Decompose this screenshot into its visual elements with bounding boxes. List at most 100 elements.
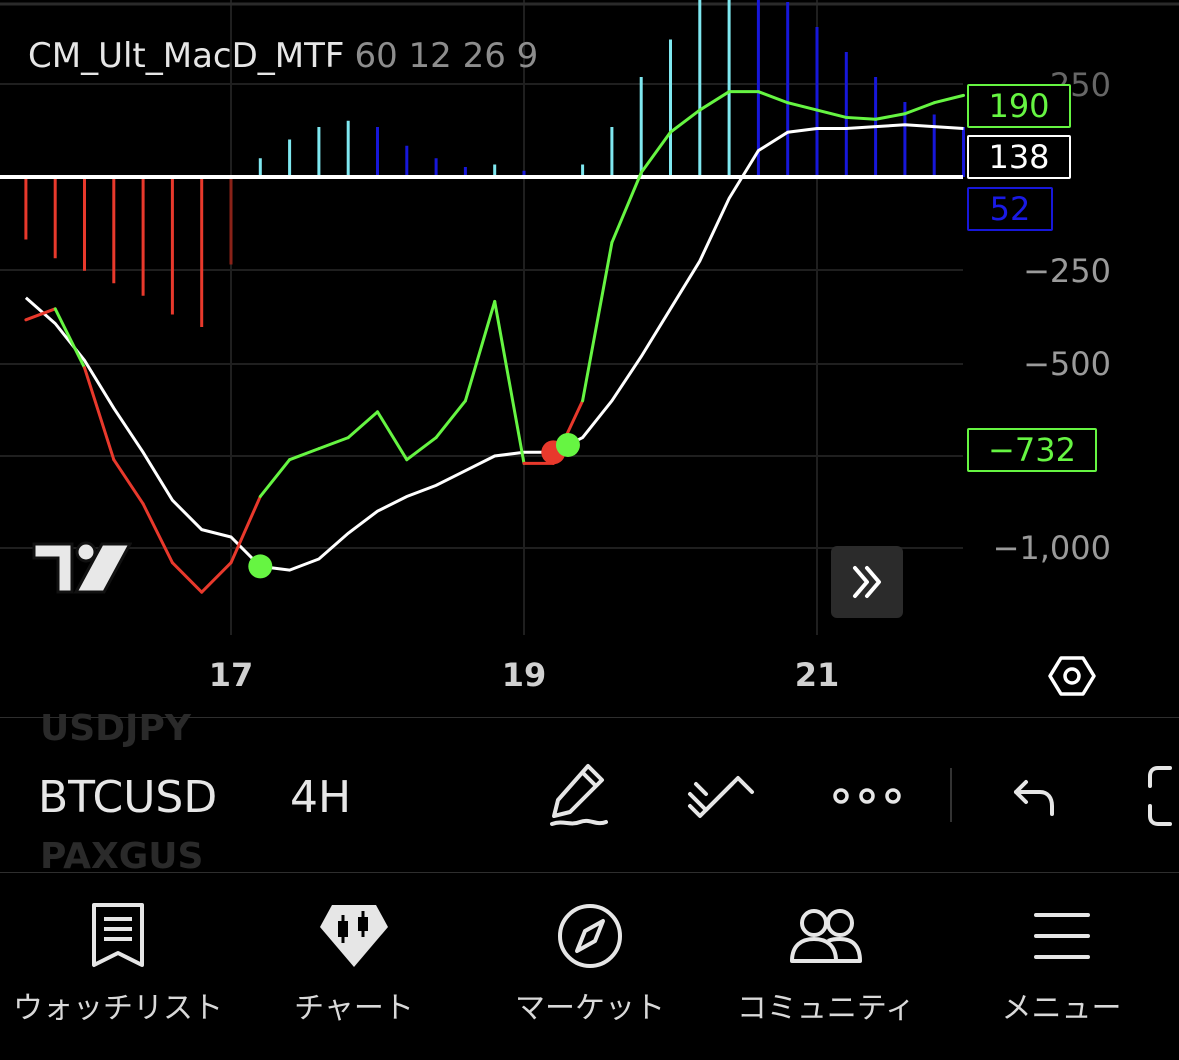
macd-line-segment — [581, 241, 614, 403]
macd-line-segment — [141, 502, 174, 565]
macd-line-segment — [815, 108, 848, 119]
indicator-title: CM_Ult_MacD_MTF 60 12 26 9 — [28, 36, 538, 76]
nav-label-watchlist: ウォッチリスト — [13, 991, 223, 1026]
macd-line-segment — [346, 410, 379, 440]
multi-line-tool-button[interactable] — [686, 770, 758, 824]
histogram-bar — [229, 177, 233, 265]
histogram-bar — [669, 39, 672, 177]
macd-line-segment — [493, 299, 526, 465]
histogram-bar — [200, 177, 204, 327]
drawing-button[interactable] — [546, 760, 612, 834]
tradingview-logo — [32, 540, 133, 600]
more-icon — [833, 788, 901, 804]
nav-label-market: マーケット — [515, 991, 665, 1026]
hexagon-settings-icon — [1048, 656, 1096, 696]
chart-pane[interactable]: CM_Ult_MacD_MTF 60 12 26 9 250 −250 −500 … — [0, 0, 1179, 718]
histogram-bar — [962, 127, 965, 177]
pen-icon — [550, 764, 608, 826]
date-label-17: 17 — [208, 656, 254, 694]
chart-settings-button[interactable] — [1048, 652, 1096, 704]
histogram-bar — [786, 2, 790, 177]
histogram-bar — [170, 177, 174, 315]
macd-line-segment — [932, 93, 965, 105]
histogram-bar — [639, 77, 643, 177]
nav-community[interactable]: コミュニティ — [708, 873, 944, 1060]
symbol-selected[interactable]: BTCUSD — [38, 772, 217, 823]
histogram-bar — [346, 120, 350, 177]
histogram-bar — [112, 177, 116, 284]
histogram-bar — [698, 0, 702, 177]
fullscreen-icon — [1148, 766, 1172, 826]
more-tools-button[interactable] — [832, 784, 902, 812]
symbol-option-above[interactable]: USDJPY — [40, 708, 191, 749]
histogram-bar — [815, 27, 819, 177]
undo-icon — [1014, 780, 1054, 816]
date-label-19: 19 — [501, 656, 547, 694]
histogram-bar — [932, 114, 936, 177]
watchlist-icon — [92, 903, 144, 967]
double-chevron-right-icon — [853, 566, 881, 598]
symbol-picker[interactable]: USDJPY BTCUSD PAXGUS — [38, 708, 248, 878]
macd-line-segment — [112, 458, 145, 506]
cross-up-dot — [555, 432, 580, 457]
histogram-bar — [376, 127, 379, 177]
signal-line — [24, 123, 964, 572]
scroll-to-realtime-button[interactable] — [831, 546, 903, 618]
symbol-option-below[interactable]: PAXGUS — [40, 836, 203, 877]
macd-line-segment — [463, 299, 497, 403]
nav-watchlist[interactable]: ウォッチリスト — [0, 873, 236, 1060]
macd-line-segment — [376, 410, 409, 462]
macd-line-segment — [170, 561, 204, 594]
histogram-bar — [610, 127, 614, 177]
histogram-bar — [288, 139, 292, 177]
multi-line-icon — [688, 776, 754, 818]
histogram-bar — [53, 177, 57, 259]
lower-value-badge: −732 — [967, 428, 1097, 472]
interval-selector[interactable]: 4H — [290, 772, 351, 823]
histogram-bar — [405, 145, 409, 177]
axis-label-minus-500: −500 — [1023, 345, 1111, 383]
macd-line-segment — [639, 130, 672, 175]
axis-label-minus-1000: −1,000 — [992, 529, 1111, 567]
macd-line-segment — [200, 561, 233, 594]
nav-chart[interactable]: チャート — [236, 873, 472, 1060]
indicator-params: 60 12 26 9 — [354, 36, 539, 76]
macd-line-segment — [53, 307, 86, 370]
fullscreen-button[interactable] — [1146, 764, 1179, 832]
macd-line-segment — [669, 108, 702, 134]
macd-value-badge: 190 — [967, 84, 1071, 128]
macd-line-segment — [434, 399, 467, 440]
macd-line-segment — [756, 90, 790, 105]
nav-label-community: コミュニティ — [736, 991, 916, 1026]
nav-label-chart: チャート — [294, 991, 414, 1026]
macd-line-segment — [317, 436, 350, 451]
macd-line-segment — [288, 447, 321, 462]
community-icon — [790, 909, 862, 963]
nav-menu[interactable]: メニュー — [944, 873, 1179, 1060]
macd-line-segment — [874, 112, 907, 121]
histogram-value-badge: 52 — [967, 187, 1053, 231]
histogram-bar — [317, 127, 321, 177]
indicator-name: CM_Ult_MacD_MTF — [28, 36, 345, 76]
menu-icon — [1033, 913, 1090, 959]
nav-label-menu: メニュー — [1001, 991, 1122, 1026]
bottom-nav: ウォッチリスト チャート マーケット コミュニティ メニュー — [0, 873, 1179, 1060]
date-label-21: 21 — [794, 656, 840, 694]
histogram-bar — [844, 52, 848, 177]
macd-line-segment — [903, 101, 936, 116]
macd-line-segment — [844, 115, 878, 121]
cross-up-dot — [248, 554, 273, 579]
toolbar-separator — [950, 768, 952, 822]
histogram-bar — [434, 158, 438, 177]
macd-line-segment — [786, 101, 819, 112]
histogram-bar — [24, 177, 28, 240]
macd-line-segment — [610, 171, 643, 245]
macd-line-segment — [258, 458, 292, 498]
chart-icon — [320, 905, 388, 967]
histogram-bar — [258, 158, 262, 177]
signal-value-badge: 138 — [967, 135, 1071, 179]
macd-line-segment — [698, 90, 731, 112]
nav-market[interactable]: マーケット — [472, 873, 708, 1060]
undo-button[interactable] — [1010, 776, 1058, 822]
axis-label-minus-250: −250 — [1023, 252, 1111, 290]
